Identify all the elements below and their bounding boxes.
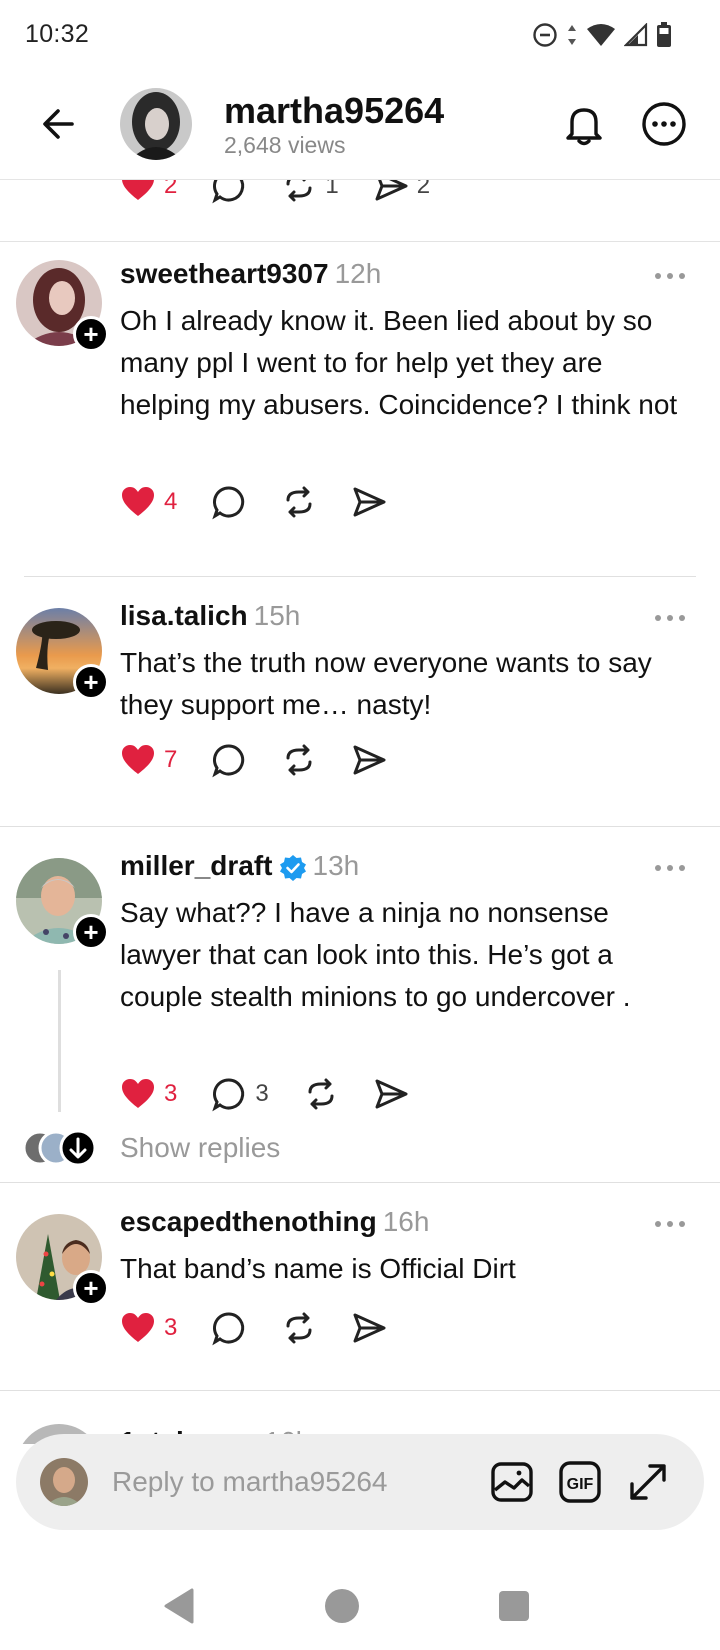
- reply-input[interactable]: Reply to martha95264: [112, 1466, 388, 1498]
- comment-text: That’s the truth now everyone wants to s…: [120, 647, 652, 720]
- system-nav-bar: [0, 1560, 720, 1650]
- comment-button[interactable]: [211, 484, 247, 520]
- divider: [0, 826, 720, 827]
- repost-button[interactable]: [281, 484, 317, 520]
- show-replies-label[interactable]: Show replies: [120, 1132, 280, 1164]
- svg-text:GIF: GIF: [567, 1476, 594, 1493]
- follow-plus-icon[interactable]: +: [73, 1270, 109, 1306]
- like-button[interactable]: 7: [120, 742, 177, 778]
- divider: [0, 1390, 720, 1391]
- my-avatar: [40, 1458, 88, 1506]
- nav-recents-icon[interactable]: [490, 1582, 538, 1630]
- comment-button[interactable]: [211, 1310, 247, 1346]
- nav-back-icon[interactable]: [156, 1582, 204, 1630]
- more-icon[interactable]: [640, 100, 688, 148]
- comment-icon: [212, 744, 245, 778]
- nav-home-icon[interactable]: [318, 1582, 366, 1630]
- comment-text: Oh I already know it. Been lied about by…: [120, 305, 678, 420]
- follow-plus-icon[interactable]: +: [73, 664, 109, 700]
- status-bar: 10:32: [0, 0, 720, 72]
- share-icon: [353, 487, 386, 517]
- comment-icon: [212, 486, 245, 520]
- follow-plus-icon[interactable]: +: [73, 914, 109, 950]
- author-avatar[interactable]: [120, 88, 192, 160]
- action-row: 7: [120, 740, 421, 780]
- action-row: 4: [120, 482, 421, 522]
- comment-username[interactable]: miller_draft 13h: [120, 850, 359, 882]
- back-arrow-icon[interactable]: [38, 102, 82, 146]
- thread-header: martha95264 2,648 views: [0, 72, 720, 180]
- more-dots-icon[interactable]: [652, 266, 688, 286]
- gallery-icon[interactable]: [488, 1458, 536, 1506]
- more-dots-icon[interactable]: [652, 608, 688, 628]
- more-dots-icon[interactable]: [652, 1214, 688, 1234]
- show-replies-button[interactable]: Show replies: [0, 1128, 720, 1172]
- comment-icon: [212, 1078, 245, 1112]
- follow-plus-icon[interactable]: +: [73, 316, 109, 352]
- heart-icon: [122, 745, 154, 774]
- divider: [24, 576, 696, 577]
- comment-icon: [212, 1312, 245, 1346]
- expand-icon[interactable]: [624, 1458, 672, 1506]
- like-button[interactable]: 4: [120, 484, 177, 520]
- signal-icon: [624, 23, 648, 47]
- share-button[interactable]: [351, 484, 387, 520]
- comment-text: Say what?? I have a ninja no nonsense la…: [120, 897, 631, 1012]
- share-button[interactable]: [351, 742, 387, 778]
- comment-username[interactable]: escapedthenothing 16h: [120, 1206, 429, 1238]
- repost-button[interactable]: [303, 1076, 339, 1112]
- repost-icon: [308, 1078, 334, 1110]
- page-title: martha95264: [224, 90, 445, 131]
- views-count: 2,648 views: [224, 132, 346, 158]
- heart-icon: [122, 487, 154, 516]
- repost-button[interactable]: [281, 1310, 317, 1346]
- reply-avatars: [22, 1129, 97, 1167]
- thread-line: [58, 970, 61, 1112]
- post-actions: 2 1 2: [0, 170, 720, 242]
- like-button[interactable]: 3: [120, 1310, 177, 1346]
- repost-button[interactable]: [281, 742, 317, 778]
- data-arrows-icon: [568, 25, 576, 45]
- comment-text: That band’s name is Official Dirt: [120, 1253, 516, 1284]
- status-icons: [532, 22, 672, 48]
- share-icon: [353, 745, 386, 775]
- heart-icon: [122, 1079, 154, 1108]
- share-icon: [353, 1313, 386, 1343]
- divider: [0, 1182, 720, 1183]
- reply-bar[interactable]: Reply to martha95264 GIF: [16, 1434, 704, 1530]
- repost-icon: [286, 1312, 312, 1344]
- dnd-icon: [533, 23, 557, 47]
- status-time: 10:32: [25, 20, 90, 48]
- share-icon: [375, 1079, 408, 1109]
- heart-icon: [122, 1313, 154, 1342]
- wifi-icon: [587, 24, 615, 46]
- action-row: 3: [120, 1308, 421, 1348]
- more-dots-icon[interactable]: [652, 858, 688, 878]
- comment-username[interactable]: sweetheart9307 12h: [120, 258, 381, 290]
- repost-icon: [286, 744, 312, 776]
- repost-icon: [286, 486, 312, 518]
- like-button[interactable]: 3: [120, 1076, 177, 1112]
- verified-badge-icon: [279, 854, 306, 881]
- comment-button[interactable]: 3: [211, 1076, 269, 1112]
- comment-username[interactable]: lisa.talich 15h: [120, 600, 300, 632]
- comment-button[interactable]: [211, 742, 247, 778]
- share-button[interactable]: [373, 1076, 409, 1112]
- battery-icon: [657, 22, 671, 47]
- share-button[interactable]: [351, 1310, 387, 1346]
- action-row: 3 3: [120, 1074, 443, 1114]
- gif-icon[interactable]: GIF: [556, 1458, 604, 1506]
- bell-icon[interactable]: [560, 100, 608, 148]
